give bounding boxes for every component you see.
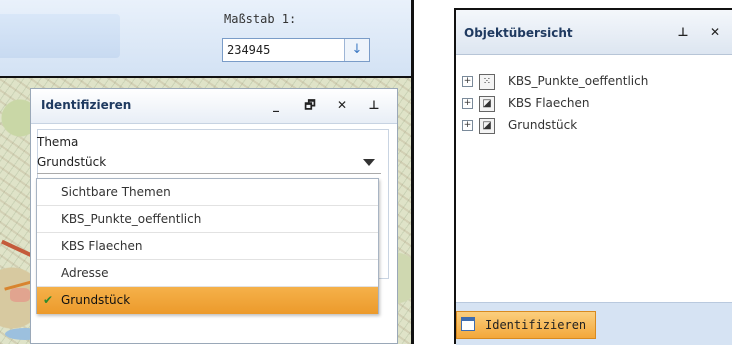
object-overview-window: Objektübersicht ⊥ ✕ + ⁙ KBS_Punkte_oeffe… xyxy=(454,8,732,345)
expand-icon[interactable]: + xyxy=(462,120,473,131)
dropdown-item-grundstueck[interactable]: ✔ Grundstück xyxy=(37,287,378,314)
map-panel: Maßstab 1: ↓ Identifizieren _ 🗗 ✕ ⊥ Them… xyxy=(0,0,414,344)
close-button[interactable]: ✕ xyxy=(706,23,724,41)
expand-icon[interactable]: + xyxy=(462,98,473,109)
object-overview-title: Objektübersicht xyxy=(464,26,573,40)
pin-button[interactable]: ⊥ xyxy=(365,96,383,114)
taskbar-tab-label: Identifizieren xyxy=(485,318,587,332)
scale-field: ↓ xyxy=(222,38,370,62)
toolbar-ribbon xyxy=(0,14,120,58)
point-layer-icon: ⁙ xyxy=(479,74,495,90)
identify-window-title: Identifizieren xyxy=(41,98,132,112)
map-town xyxy=(10,288,30,302)
identify-window-header[interactable]: Identifizieren _ 🗗 ✕ ⊥ xyxy=(31,89,397,124)
thema-select[interactable]: Grundstück xyxy=(37,153,381,174)
map-toolbar: Maßstab 1: ↓ xyxy=(0,0,411,78)
tree-item-label: Grundstück xyxy=(508,118,578,132)
checkmark-icon: ✔ xyxy=(43,293,54,307)
thema-label: Thema xyxy=(37,135,79,149)
dropdown-item-kbs-punkte[interactable]: KBS_Punkte_oeffentlich xyxy=(37,206,378,233)
scale-label: Maßstab 1: xyxy=(224,12,297,26)
polygon-layer-icon: ◪ xyxy=(479,96,495,112)
thema-dropdown-list: Sichtbare Themen KBS_Punkte_oeffentlich … xyxy=(36,178,379,314)
tree-item-kbs-punkte[interactable]: + ⁙ KBS_Punkte_oeffentlich xyxy=(462,70,648,92)
taskbar-tab-identifizieren[interactable]: Identifizieren xyxy=(456,311,596,339)
arrow-down-icon[interactable]: ↓ xyxy=(344,39,369,61)
restore-button[interactable]: 🗗 xyxy=(301,96,319,114)
thema-selected-value: Grundstück xyxy=(37,155,107,169)
object-overview-panel: Objektübersicht ⊥ ✕ + ⁙ KBS_Punkte_oeffe… xyxy=(454,0,732,345)
dropdown-item-kbs-flaechen[interactable]: KBS Flaechen xyxy=(37,233,378,260)
dropdown-item-sichtbare-themen[interactable]: Sichtbare Themen xyxy=(37,179,378,206)
window-icon xyxy=(461,317,475,331)
layer-tree: + ⁙ KBS_Punkte_oeffentlich + ◪ KBS Flaec… xyxy=(462,70,648,136)
tree-item-label: KBS Flaechen xyxy=(508,96,590,110)
close-button[interactable]: ✕ xyxy=(333,96,351,114)
taskbar: Identifizieren xyxy=(456,302,732,345)
dropdown-item-adresse[interactable]: Adresse xyxy=(37,260,378,287)
tree-item-kbs-flaechen[interactable]: + ◪ KBS Flaechen xyxy=(462,92,648,114)
object-overview-header[interactable]: Objektübersicht ⊥ ✕ xyxy=(456,10,732,55)
expand-icon[interactable]: + xyxy=(462,76,473,87)
chevron-down-icon[interactable] xyxy=(363,159,375,166)
dropdown-item-label: Grundstück xyxy=(61,293,131,307)
pin-button[interactable]: ⊥ xyxy=(674,23,692,41)
tree-item-grundstueck[interactable]: + ◪ Grundstück xyxy=(462,114,648,136)
polygon-layer-icon: ◪ xyxy=(479,118,495,134)
tree-item-label: KBS_Punkte_oeffentlich xyxy=(508,74,649,88)
scale-input[interactable] xyxy=(223,39,343,61)
minimize-button[interactable]: _ xyxy=(267,96,285,114)
